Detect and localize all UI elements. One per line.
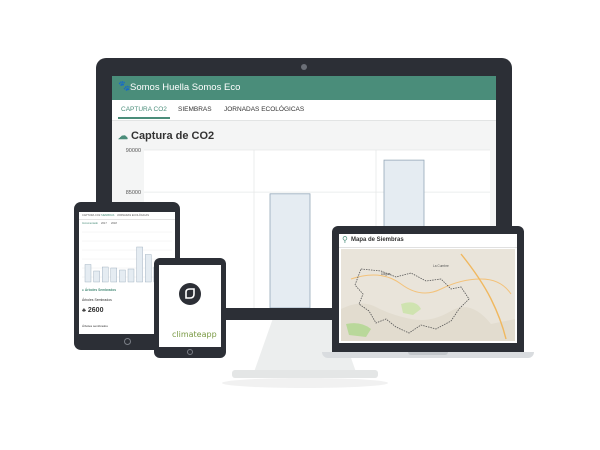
tablet-footer: Árboles sembrados bbox=[82, 324, 108, 328]
plantings-map[interactable]: La Cumbre Dagua bbox=[341, 249, 515, 341]
section-title: ☁ Captura de CO2 bbox=[118, 130, 214, 142]
paw-icon: 🐾 bbox=[118, 81, 131, 92]
tablet-chart-bar bbox=[145, 254, 152, 283]
trees-count: ♣ 2600 bbox=[82, 307, 103, 314]
app-header: 🐾 Somos Huella Somos Eco bbox=[112, 76, 496, 100]
tablet-tab-bar: CAPTURA CO2 SIEMBRAS JORNADAS ECOLÓGICAS bbox=[79, 212, 175, 220]
laptop-screen: ⚲ Mapa de Siembras La Cumbre Dagua bbox=[339, 234, 517, 343]
chart-bar[interactable] bbox=[269, 193, 311, 308]
active-tab-indicator bbox=[118, 117, 170, 119]
tab-siembras[interactable]: SIEMBRAS bbox=[178, 106, 212, 113]
map-label-la-cumbre: La Cumbre bbox=[433, 264, 449, 268]
cloud-icon: ☁ bbox=[118, 131, 128, 142]
brand-name: climateapp bbox=[172, 330, 217, 339]
map-pin-icon: ⚲ bbox=[342, 235, 348, 244]
tablet-chart-bar bbox=[102, 266, 109, 283]
camera-icon bbox=[301, 64, 307, 70]
tree-icon: ♣ bbox=[82, 308, 86, 314]
tablet-tab-siembras[interactable]: SIEMBRAS bbox=[101, 214, 114, 217]
subtab-2017[interactable]: 2017 bbox=[101, 222, 107, 225]
leaf-logo-icon bbox=[179, 283, 201, 305]
laptop-notch bbox=[408, 352, 448, 355]
y-tick-label: 85000 bbox=[126, 190, 141, 196]
tab-jornadas-ecologicas[interactable]: JORNADAS ECOLÓGICAS bbox=[224, 106, 304, 113]
monitor-base bbox=[232, 370, 378, 378]
app-title: Somos Huella Somos Eco bbox=[130, 82, 241, 93]
map-label-dagua: Dagua bbox=[381, 272, 391, 276]
home-button[interactable] bbox=[124, 338, 131, 345]
tablet-chart-bar bbox=[84, 264, 92, 283]
tablet-section-title: ● Árboles Sembrados bbox=[82, 288, 117, 292]
tablet-chart-bar bbox=[119, 269, 126, 283]
tablet-chart-bar bbox=[110, 267, 117, 283]
map-title: Mapa de Siembras bbox=[351, 237, 404, 243]
map-header: ⚲ Mapa de Siembras bbox=[339, 234, 517, 248]
tablet-chart-bar bbox=[93, 270, 100, 283]
tablet-chart-bar bbox=[136, 246, 143, 283]
tablet-chart-bar bbox=[127, 268, 135, 283]
monitor-shadow bbox=[222, 378, 388, 388]
tab-captura-co2[interactable]: CAPTURA CO2 bbox=[121, 106, 167, 113]
tablet-tab-captura[interactable]: CAPTURA CO2 bbox=[82, 214, 100, 217]
trees-label: Árboles Sembrados bbox=[82, 298, 112, 302]
phone-home-button[interactable] bbox=[187, 349, 193, 355]
tablet-section-text: Árboles Sembrados bbox=[84, 288, 117, 292]
tablet-tab-jornadas[interactable]: JORNADAS ECOLÓGICAS bbox=[117, 214, 149, 217]
y-tick-label: 90000 bbox=[126, 148, 141, 154]
subtab-2018[interactable]: 2018 bbox=[111, 222, 117, 225]
subtab-incrementado[interactable]: Incrementado bbox=[82, 222, 98, 225]
section-title-text: Captura de CO2 bbox=[131, 130, 215, 142]
trees-count-value: 2600 bbox=[87, 307, 104, 314]
phone-screen: climateapp bbox=[159, 265, 221, 347]
tab-bar: CAPTURA CO2 SIEMBRAS JORNADAS ECOLÓGICAS bbox=[112, 100, 496, 121]
